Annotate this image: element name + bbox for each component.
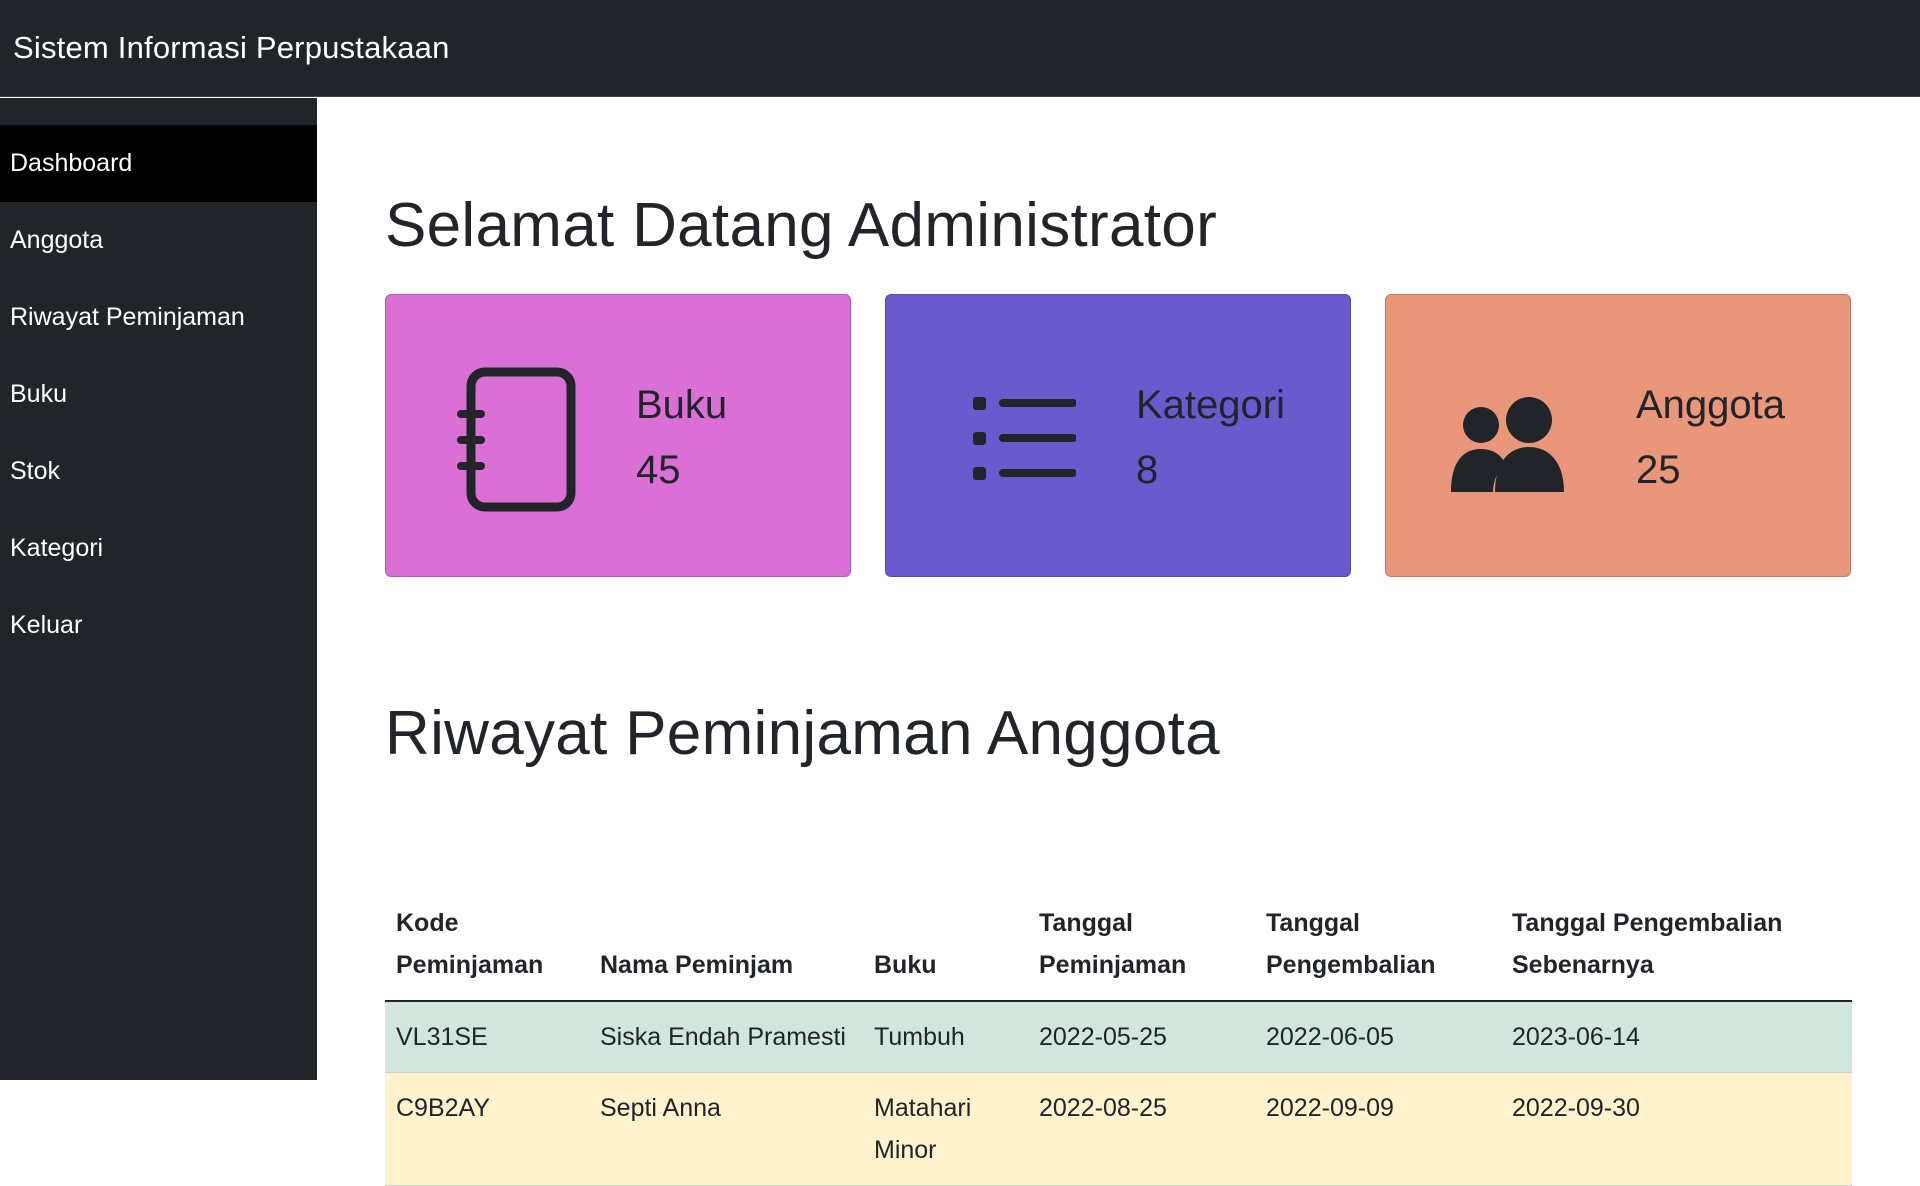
col-kode-peminjaman: Kode Peminjaman <box>385 898 589 1002</box>
journal-icon <box>457 367 576 512</box>
cell-kode: C9B2AY <box>385 1072 589 1186</box>
sidebar-item-buku[interactable]: Buku <box>0 356 317 433</box>
card-value: 45 <box>636 448 681 492</box>
cell-buku: Matahari Minor <box>863 1072 1028 1186</box>
history-table-wrapper: Kode Peminjaman Nama Peminjam Buku Tangg… <box>385 898 1852 1186</box>
col-tanggal-pengembalian-sebenarnya: Tanggal Pengembalian Sebenarnya <box>1501 898 1852 1002</box>
sidebar-item-anggota[interactable]: Anggota <box>0 202 317 279</box>
top-navbar: Sistem Informasi Perpustakaan <box>0 0 1920 97</box>
col-tanggal-peminjaman: Tanggal Peminjaman <box>1028 898 1255 1002</box>
cell-tanggal-pengembalian-sebenarnya: 2023-06-14 <box>1501 1001 1852 1073</box>
sidebar-item-label: Keluar <box>10 611 83 639</box>
sidebar-item-kategori[interactable]: Kategori <box>0 510 317 587</box>
cell-nama: Siska Endah Pramesti <box>589 1001 863 1073</box>
sidebar-item-label: Kategori <box>10 534 104 562</box>
sidebar: Dashboard Anggota Riwayat Peminjaman Buk… <box>0 98 317 1080</box>
sidebar-item-keluar[interactable]: Keluar <box>0 587 317 664</box>
history-table: Kode Peminjaman Nama Peminjam Buku Tangg… <box>385 898 1852 1186</box>
sidebar-item-label: Riwayat Peminjaman <box>10 303 245 331</box>
main-content: Selamat Datang Administrator Buku 45 Kat… <box>317 98 1920 1186</box>
cell-tanggal-pengembalian: 2022-09-09 <box>1255 1072 1501 1186</box>
table-header-row: Kode Peminjaman Nama Peminjam Buku Tangg… <box>385 898 1852 1002</box>
card-kategori: Kategori 8 <box>885 294 1351 577</box>
sidebar-item-label: Dashboard <box>10 149 133 177</box>
card-value: 8 <box>1136 448 1159 492</box>
summary-cards: Buku 45 Kategori 8 Anggota 25 <box>385 294 1852 577</box>
card-value: 25 <box>1636 448 1681 492</box>
card-label: Buku <box>636 383 728 427</box>
card-label: Anggota <box>1636 383 1786 427</box>
cell-tanggal-peminjaman: 2022-05-25 <box>1028 1001 1255 1073</box>
card-label: Kategori <box>1136 383 1285 427</box>
cell-buku: Tumbuh <box>863 1001 1028 1073</box>
sidebar-item-dashboard[interactable]: Dashboard <box>0 125 317 202</box>
sidebar-item-stok[interactable]: Stok <box>0 433 317 510</box>
cell-nama: Septi Anna <box>589 1072 863 1186</box>
table-row: C9B2AY Septi Anna Matahari Minor 2022-08… <box>385 1072 1852 1186</box>
cell-tanggal-pengembalian: 2022-06-05 <box>1255 1001 1501 1073</box>
table-row: VL31SE Siska Endah Pramesti Tumbuh 2022-… <box>385 1001 1852 1073</box>
cell-tanggal-peminjaman: 2022-08-25 <box>1028 1072 1255 1186</box>
col-buku: Buku <box>863 898 1028 1002</box>
sidebar-item-label: Buku <box>10 380 67 408</box>
sidebar-item-riwayat-peminjaman[interactable]: Riwayat Peminjaman <box>0 279 317 356</box>
sidebar-item-label: Anggota <box>10 226 104 254</box>
card-anggota: Anggota 25 <box>1385 294 1851 577</box>
sidebar-item-label: Stok <box>10 457 61 485</box>
cell-tanggal-pengembalian-sebenarnya: 2022-09-30 <box>1501 1072 1852 1186</box>
people-icon <box>1451 397 1564 492</box>
col-nama-peminjam: Nama Peminjam <box>589 898 863 1002</box>
page-title: Selamat Datang Administrator <box>385 191 1218 260</box>
cell-kode: VL31SE <box>385 1001 589 1073</box>
card-buku: Buku 45 <box>385 294 851 577</box>
list-icon <box>973 397 1076 480</box>
app-brand[interactable]: Sistem Informasi Perpustakaan <box>13 30 450 66</box>
col-tanggal-pengembalian: Tanggal Pengembalian <box>1255 898 1501 1002</box>
history-title: Riwayat Peminjaman Anggota <box>385 699 1220 768</box>
